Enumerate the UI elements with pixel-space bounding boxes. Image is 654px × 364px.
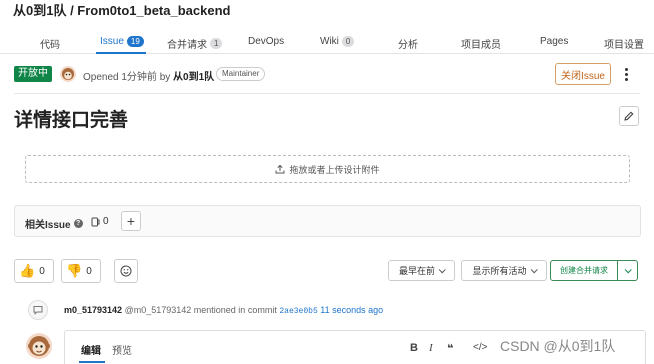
more-actions-icon[interactable] xyxy=(620,64,632,84)
activity-user[interactable]: m0_51793142 xyxy=(64,305,122,315)
tab-label: 项目成员 xyxy=(461,40,501,51)
status-badge: 开放中 xyxy=(14,66,52,82)
thumbs-up-count: 0 xyxy=(39,265,45,277)
issue-icon xyxy=(91,217,100,226)
bold-icon[interactable]: B xyxy=(410,342,418,354)
repo-title[interactable]: 从0到1队 / From0to1_beta_backend xyxy=(13,0,230,19)
create-merge-request-button[interactable]: 创建合并请求 xyxy=(550,260,618,281)
activity-filter-dropdown[interactable]: 显示所有活动 xyxy=(461,260,547,281)
activity-entry: m0_51793142 @m0_51793142 mentioned in co… xyxy=(64,305,383,316)
chevron-down-icon xyxy=(530,266,538,274)
upload-text: 拖放或者上传设计附件 xyxy=(289,164,380,175)
tab-count: 0 xyxy=(341,36,355,47)
commit-link[interactable]: 2ae3e0b5 xyxy=(279,307,317,316)
sort-label: 最早在前 xyxy=(398,266,435,276)
close-issue-button[interactable]: 关闭Issue xyxy=(555,63,611,85)
current-user-avatar xyxy=(26,333,52,359)
sort-order-dropdown[interactable]: 最早在前 xyxy=(388,260,455,281)
tab-count: 1 xyxy=(210,38,223,49)
pencil-icon xyxy=(624,111,634,121)
related-issues-label: 相关Issue xyxy=(25,220,71,231)
issue-title: 详情接口完善 xyxy=(14,110,129,131)
watermark: CSDN @从0到1队 xyxy=(500,338,616,354)
help-icon[interactable]: ? xyxy=(73,219,83,228)
active-tab-indicator xyxy=(96,52,146,54)
tab-pages[interactable]: Pages xyxy=(540,36,568,47)
tab-edit[interactable]: 编辑 xyxy=(81,342,101,357)
add-related-issue-button[interactable]: + xyxy=(121,211,141,231)
comment-icon xyxy=(28,300,48,320)
tab-issues[interactable]: Issue 19 xyxy=(100,36,144,47)
divider xyxy=(14,93,640,94)
project-tabs: 代码 Issue 19 合并请求 1 DevOps Wiki 0 分析 项目成员 Pa… xyxy=(0,30,654,54)
related-issues-panel: 相关Issue ? 0 + xyxy=(14,205,641,237)
related-count-value: 0 xyxy=(103,216,109,227)
role-badge: Maintainer xyxy=(216,67,266,81)
tab-wiki[interactable]: Wiki 0 xyxy=(320,36,355,47)
thumbs-up-button[interactable]: 👍 0 xyxy=(14,259,54,283)
active-editor-tab-indicator xyxy=(79,361,105,363)
thumbs-down-icon: 👎 xyxy=(66,263,83,278)
tab-label: 分析 xyxy=(398,40,418,51)
related-issues-heading: 相关Issue ? xyxy=(25,216,83,231)
opened-info: Opened 1分钟前 by 从0到1队 xyxy=(83,68,214,83)
activity-handle: @m0_51793142 xyxy=(124,305,192,315)
tab-count: 19 xyxy=(126,36,144,47)
code-icon[interactable]: </> xyxy=(473,342,487,353)
filter-label: 显示所有活动 xyxy=(472,266,527,276)
chevron-down-icon xyxy=(438,266,446,274)
edit-title-button[interactable] xyxy=(619,106,639,126)
tab-label: Wiki xyxy=(320,36,339,47)
quote-icon[interactable]: ❝ xyxy=(447,342,453,355)
thumbs-down-button[interactable]: 👎 0 xyxy=(61,259,101,283)
tab-merge-requests[interactable]: 合并请求 1 xyxy=(167,36,223,51)
author-avatar[interactable] xyxy=(60,66,76,82)
tab-analytics[interactable]: 分析 xyxy=(398,36,418,51)
tab-label: 项目设置 xyxy=(604,40,644,51)
tab-label: 代码 xyxy=(40,40,60,51)
thumbs-up-icon: 👍 xyxy=(19,263,36,278)
tab-label: 合并请求 xyxy=(167,40,207,51)
tab-preview[interactable]: 预览 xyxy=(112,342,132,357)
activity-action: mentioned in commit xyxy=(193,305,277,315)
tab-label: Pages xyxy=(540,36,569,47)
activity-time[interactable]: 11 seconds ago xyxy=(320,305,383,315)
tab-label: DevOps xyxy=(248,36,285,47)
smiley-icon xyxy=(120,265,132,277)
create-merge-request-options-toggle[interactable] xyxy=(617,260,638,281)
upload-icon xyxy=(275,164,285,174)
tab-code[interactable]: 代码 xyxy=(40,36,60,51)
italic-icon[interactable]: I xyxy=(429,342,433,354)
author-link[interactable]: 从0到1队 xyxy=(173,72,214,83)
design-upload-dropzone[interactable]: 拖放或者上传设计附件 xyxy=(25,155,630,183)
tab-settings[interactable]: 项目设置 xyxy=(604,36,644,51)
opened-prefix: Opened 1分钟前 by xyxy=(83,72,171,83)
tab-members[interactable]: 项目成员 xyxy=(461,36,501,51)
tab-label: Issue xyxy=(100,36,124,47)
tab-devops[interactable]: DevOps xyxy=(248,36,284,47)
add-reaction-button[interactable] xyxy=(114,259,138,283)
chevron-down-icon xyxy=(624,266,632,274)
thumbs-down-count: 0 xyxy=(86,265,92,277)
related-issues-count: 0 xyxy=(91,216,109,227)
